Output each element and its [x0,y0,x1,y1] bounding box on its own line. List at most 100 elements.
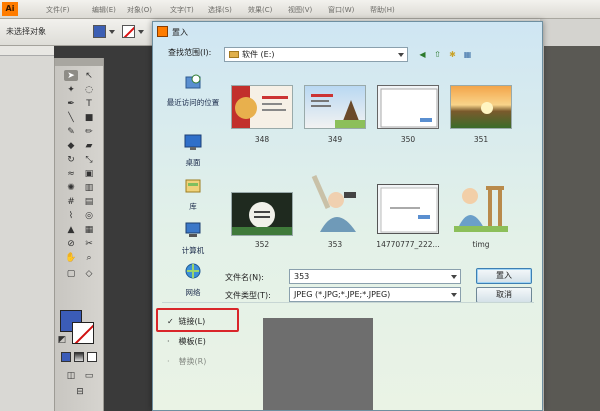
line-icon[interactable]: ╲ [64,112,78,123]
rotate-icon[interactable]: ↻ [64,154,78,165]
place-desktop[interactable]: 桌面 [162,133,224,168]
gradient-icon[interactable]: ▤ [82,196,96,207]
chevron-down-icon[interactable] [109,30,115,34]
file-thumbnail[interactable] [377,184,439,234]
direct-select-icon[interactable]: ↖ [82,70,96,81]
none-mode-icon[interactable] [87,352,97,362]
fill-swatch[interactable] [93,25,106,38]
screen-toggle-icon[interactable]: ⊟ [73,386,87,397]
computer-icon [185,222,201,237]
look-in-select[interactable]: 软件 (E:) [224,47,408,62]
menu-effect[interactable]: 效果(C) [248,5,272,15]
magic-wand-icon[interactable]: ✦ [64,84,78,95]
menu-file[interactable]: 文件(F) [46,5,70,15]
chevron-down-icon[interactable] [138,30,144,34]
panel-grip[interactable] [55,58,103,66]
place-network[interactable]: 网络 [162,263,224,298]
warp-icon[interactable]: ≈ [64,168,78,179]
place-button[interactable]: 置入 [476,268,532,284]
live-paint-icon[interactable]: ▲ [64,224,78,235]
selection-arrow-icon[interactable]: ➤ [64,70,78,81]
libraries-icon [185,179,201,193]
menu-select[interactable]: 选择(S) [208,5,232,15]
file-name[interactable]: 353 [295,240,375,249]
filetype-select[interactable]: JPEG (*.JPG;*.JPE;*.JPEG) [289,287,461,302]
chevron-down-icon[interactable] [451,275,457,279]
lasso-icon[interactable]: ◌ [82,84,96,95]
graph-icon[interactable]: ▥ [82,182,96,193]
pencil-icon[interactable]: ✏ [82,126,96,137]
zoom-icon[interactable]: ⌕ [82,252,96,263]
hand-icon[interactable]: ✋ [64,252,78,263]
template-checkbox[interactable]: · 模板(E) [167,336,206,347]
artboard-area[interactable] [0,46,54,411]
artboard-icon[interactable]: ▢ [64,268,78,279]
brush-icon[interactable]: ✎ [64,126,78,137]
menu-edit[interactable]: 编辑(E) [92,5,116,15]
file-thumbnail[interactable] [304,172,366,236]
place-libraries[interactable]: 库 [162,177,224,212]
file-name[interactable]: 348 [222,135,302,144]
rect-icon[interactable]: ■ [82,112,96,123]
file-name[interactable]: 14770777_222... [368,240,448,249]
stroke-swatch[interactable] [122,25,135,38]
free-transform-icon[interactable]: ▣ [82,168,96,179]
checkbox-empty-icon: · [167,357,170,366]
stroke-color-box[interactable] [72,322,94,344]
file-thumbnail[interactable] [450,85,512,129]
filename-input[interactable]: 353 [289,269,461,284]
menu-view[interactable]: 视图(V) [288,5,312,15]
cancel-button[interactable]: 取消 [476,287,532,303]
place-recent[interactable]: 最近访问的位置 [162,73,224,108]
blob-brush-icon[interactable]: ◆ [64,140,78,151]
perspective-icon[interactable]: ◇ [82,268,96,279]
draw-mode-icon[interactable]: ◫ [64,370,78,381]
menu-help[interactable]: 帮助(H) [370,5,395,15]
replace-checkbox[interactable]: · 替换(R) [167,356,206,367]
chevron-down-icon[interactable] [451,293,457,297]
file-name[interactable]: 351 [441,135,521,144]
file-name[interactable]: 349 [295,135,375,144]
file-thumbnail[interactable] [231,192,293,236]
menu-object[interactable]: 对象(O) [127,5,152,15]
screen-mode-icon[interactable]: ▭ [82,370,96,381]
file-thumbnail[interactable] [231,85,293,129]
blend-icon[interactable]: ◎ [82,210,96,221]
chevron-down-icon[interactable] [398,53,404,57]
default-colors-icon[interactable]: ◩ [57,334,67,345]
dialog-title: 置入 [172,28,188,37]
eyedropper-icon[interactable]: ⌇ [64,210,78,221]
file-name[interactable]: timg [441,240,521,249]
scale-icon[interactable]: ⤡ [82,154,96,165]
dialog-titlebar[interactable]: 置入 [153,22,542,42]
eraser-icon[interactable]: ▰ [82,140,96,151]
file-thumbnail[interactable] [377,85,439,129]
file-name[interactable]: 352 [222,240,302,249]
canvas-pasteboard [544,46,600,411]
graph-icon[interactable]: ▦ [82,224,96,235]
file-name[interactable]: 350 [368,135,448,144]
place-computer[interactable]: 计算机 [162,221,224,256]
menu-type[interactable]: 文字(T) [170,5,194,15]
mesh-icon[interactable]: # [64,196,78,207]
view-menu-icon[interactable]: ▦ [462,49,473,60]
pen-icon[interactable]: ✒ [64,98,78,109]
link-checkbox[interactable]: ✓ 链接(L) [167,316,205,327]
menu-window[interactable]: 窗口(W) [328,5,354,15]
place-label: 最近访问的位置 [166,98,220,107]
preview-pane [263,318,373,410]
file-thumbnail[interactable] [450,182,512,236]
gradient-mode-icon[interactable] [74,352,84,362]
filename-value: 353 [294,272,310,281]
back-icon[interactable]: ◀ [417,49,428,60]
type-icon[interactable]: T [82,98,96,109]
new-folder-icon[interactable]: ✱ [447,49,458,60]
nav-toolbar: ◀ ⇧ ✱ ▦ [417,49,473,60]
symbol-sprayer-icon[interactable]: ✺ [64,182,78,193]
up-folder-icon[interactable]: ⇧ [432,49,443,60]
place-label: 计算机 [181,246,205,255]
scissors-icon[interactable]: ✂ [82,238,96,249]
file-thumbnail[interactable] [304,85,366,129]
color-mode-icon[interactable] [61,352,71,362]
slice-icon[interactable]: ⊘ [64,238,78,249]
